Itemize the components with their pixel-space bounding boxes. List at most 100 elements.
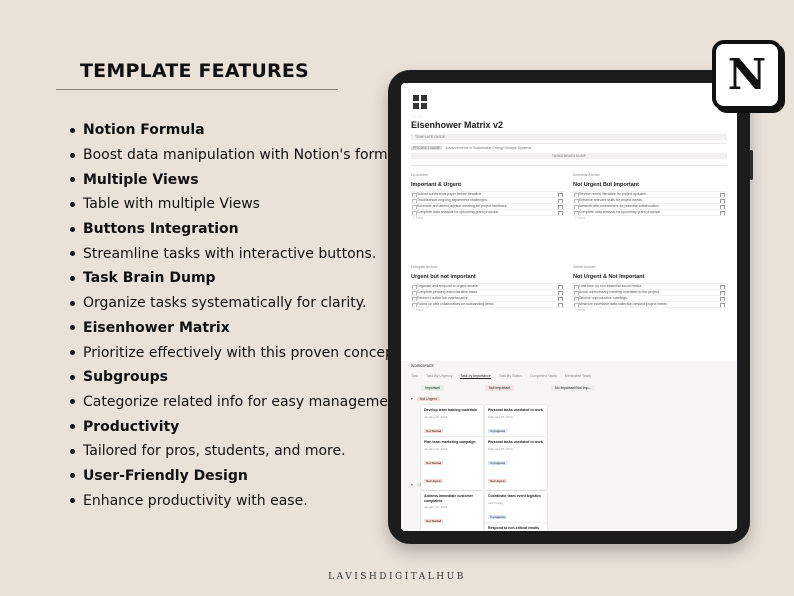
- feature-text: Multiple Views: [83, 171, 199, 188]
- feature-text: Task Brain Dump: [83, 270, 216, 287]
- task-row[interactable]: Follow up with collaborators on outstand…: [411, 301, 565, 307]
- project-value: Advancements in Sustainable Energy Stora…: [445, 146, 532, 150]
- divider: [411, 143, 727, 144]
- task-card[interactable]: Respond to non-critical emailsLast Sunda…: [485, 523, 547, 531]
- quadrant-tabs[interactable]: Schedule Archive: [573, 173, 727, 179]
- workspace-view-tabs: Task Task By Urgency Task by Importance Tas…: [411, 374, 599, 379]
- urgency-badge: Not Urgent: [488, 478, 507, 483]
- matrix-quadrant: Do Archive Important & Urgent Submit confe…: [411, 173, 565, 221]
- feature-text: Boost data manipulation with Notion's fo…: [83, 147, 421, 164]
- feature-text: Productivity: [83, 418, 180, 435]
- feature-text: Table with multiple Views: [83, 196, 260, 213]
- bullet-icon: [70, 498, 75, 504]
- bullet-icon: [70, 152, 75, 158]
- bullet-icon: [70, 201, 75, 207]
- project-property[interactable]: PROJECT NAME Advancements in Sustainable …: [411, 146, 531, 150]
- feature-item: Multiple Views: [56, 167, 386, 192]
- template-guide-toggle[interactable]: TEMPLATE GUIDE: [411, 134, 727, 140]
- quadrant-tabs[interactable]: Do Archive: [411, 173, 565, 179]
- feature-item: Categorize related info for easy managem…: [56, 390, 407, 415]
- bullet-icon: [70, 399, 75, 405]
- task-card[interactable]: Address immediate customer complaints Jan…: [421, 491, 483, 531]
- feature-text: Streamline tasks with interactive button…: [83, 245, 377, 262]
- bullet-icon: [70, 275, 75, 281]
- task-row[interactable]: Complete data analysis for upcoming gran…: [411, 209, 565, 215]
- new-task-button[interactable]: + New: [573, 307, 727, 313]
- status-badge: In progress: [488, 514, 508, 519]
- feature-item: Notion Formula: [56, 118, 386, 143]
- feature-text: Subgroups: [83, 369, 168, 386]
- quadrant-title: Not Urgent But Important: [573, 182, 639, 188]
- bullet-icon: [70, 424, 75, 430]
- quadrant-title: Not Urgent & Not Important: [573, 274, 645, 280]
- card-title: Develop team training materials: [424, 408, 477, 412]
- task-card[interactable]: Personal tasks unrelated to work February…: [485, 437, 547, 490]
- feature-item: Tailored for pros, students, and more.: [56, 439, 386, 464]
- bullet-icon: [70, 177, 75, 183]
- card-title: Respond to non-critical emails: [488, 526, 539, 530]
- project-label: PROJECT NAME: [411, 146, 443, 150]
- brand-footer: LAVISHDIGITALHUB: [328, 572, 466, 582]
- feature-text: Prioritize effectively with this proven …: [83, 344, 404, 361]
- page-title: Eisenhower Matrix v2: [411, 120, 504, 130]
- board-column-header: Important: [421, 385, 444, 391]
- group-label: Not Urgent: [416, 397, 440, 401]
- card-title: Personal tasks unrelated to work: [488, 440, 543, 444]
- new-task-button[interactable]: + New: [573, 215, 727, 221]
- board-group-toggle[interactable]: ▾ Not Urgent: [411, 397, 440, 401]
- workspace-tab[interactable]: Task: [411, 374, 418, 378]
- workspace-tab[interactable]: Task by Importance: [460, 374, 491, 379]
- quadrant-tabs[interactable]: Delegate Archive: [411, 265, 565, 271]
- bullet-icon: [70, 448, 75, 454]
- card-title: Coordinate team event logistics: [488, 494, 541, 498]
- workspace-tab[interactable]: Completed Tasks: [530, 374, 557, 378]
- quadrant-title: Urgent but not important: [411, 274, 476, 280]
- feature-text: Categorize related info for easy managem…: [83, 393, 407, 410]
- urgency-badge: Not Urgent: [424, 478, 443, 483]
- task-row[interactable]: Complete data analysis for upcoming gran…: [573, 209, 727, 215]
- workspace-toggle[interactable]: WORKSPACE: [411, 364, 434, 368]
- feature-text: Enhance productivity with ease.: [83, 492, 308, 509]
- card-title: Personal tasks unrelated to work: [488, 408, 543, 412]
- breadcrumb: ⋯ ⋯: [413, 115, 421, 119]
- feature-text: Tailored for pros, students, and more.: [83, 443, 346, 460]
- feature-text: Buttons Integration: [83, 221, 239, 238]
- board-column-header: No Important/Not Imp...: [551, 385, 596, 391]
- feature-text: Eisenhower Matrix: [83, 319, 230, 336]
- quadrant-tabs[interactable]: Delete Archive: [573, 265, 727, 271]
- quadrant-title: Important & Urgent: [411, 182, 462, 188]
- new-task-button[interactable]: + New: [411, 215, 565, 221]
- notion-logo: N: [712, 40, 782, 110]
- status-badge: Not Started: [424, 428, 444, 433]
- task-row[interactable]: Minimize excessive data collection beyon…: [573, 301, 727, 307]
- feature-item: Productivity: [56, 414, 386, 439]
- workspace-tab[interactable]: Task By Urgency: [426, 374, 452, 378]
- bullet-icon: [70, 325, 75, 331]
- matrix-quadrant: Delegate Archive Urgent but not important…: [411, 265, 565, 313]
- status-badge: Not Started: [424, 519, 444, 523]
- divider: [411, 165, 727, 166]
- workspace-tab[interactable]: Eliminated Tasks: [565, 374, 591, 378]
- status-badge: In progress: [488, 460, 508, 465]
- workspace-tab[interactable]: Task By Status: [499, 374, 522, 378]
- bullet-icon: [70, 473, 75, 479]
- new-task-button[interactable]: + New: [411, 307, 565, 313]
- feature-item: User-Friendly Design: [56, 464, 386, 489]
- task-card[interactable]: Plan team marketing campaign January 20, …: [421, 437, 483, 490]
- feature-item: Organize tasks systematically for clarit…: [56, 291, 386, 316]
- feature-list: Notion Formula Boost data manipulation wi…: [56, 118, 421, 513]
- heading-underline: [56, 89, 338, 90]
- page-icon: [413, 95, 427, 109]
- bullet-icon: [70, 226, 75, 232]
- feature-item: Table with multiple Views: [56, 192, 386, 217]
- feature-item: Subgroups: [56, 365, 386, 390]
- bullet-icon: [70, 127, 75, 133]
- feature-item: Task Brain Dump: [56, 266, 386, 291]
- brain-dump-button[interactable]: TASKS BRAIN DUMP: [411, 153, 727, 159]
- feature-item: Eisenhower Matrix: [56, 316, 386, 341]
- matrix-quadrant: Delete Archive Not Urgent & Not Important…: [573, 265, 727, 313]
- feature-item: Boost data manipulation with Notion's fo…: [56, 143, 421, 168]
- feature-text: User-Friendly Design: [83, 467, 248, 484]
- card-title: Plan team marketing campaign: [424, 440, 476, 444]
- bullet-icon: [70, 251, 75, 257]
